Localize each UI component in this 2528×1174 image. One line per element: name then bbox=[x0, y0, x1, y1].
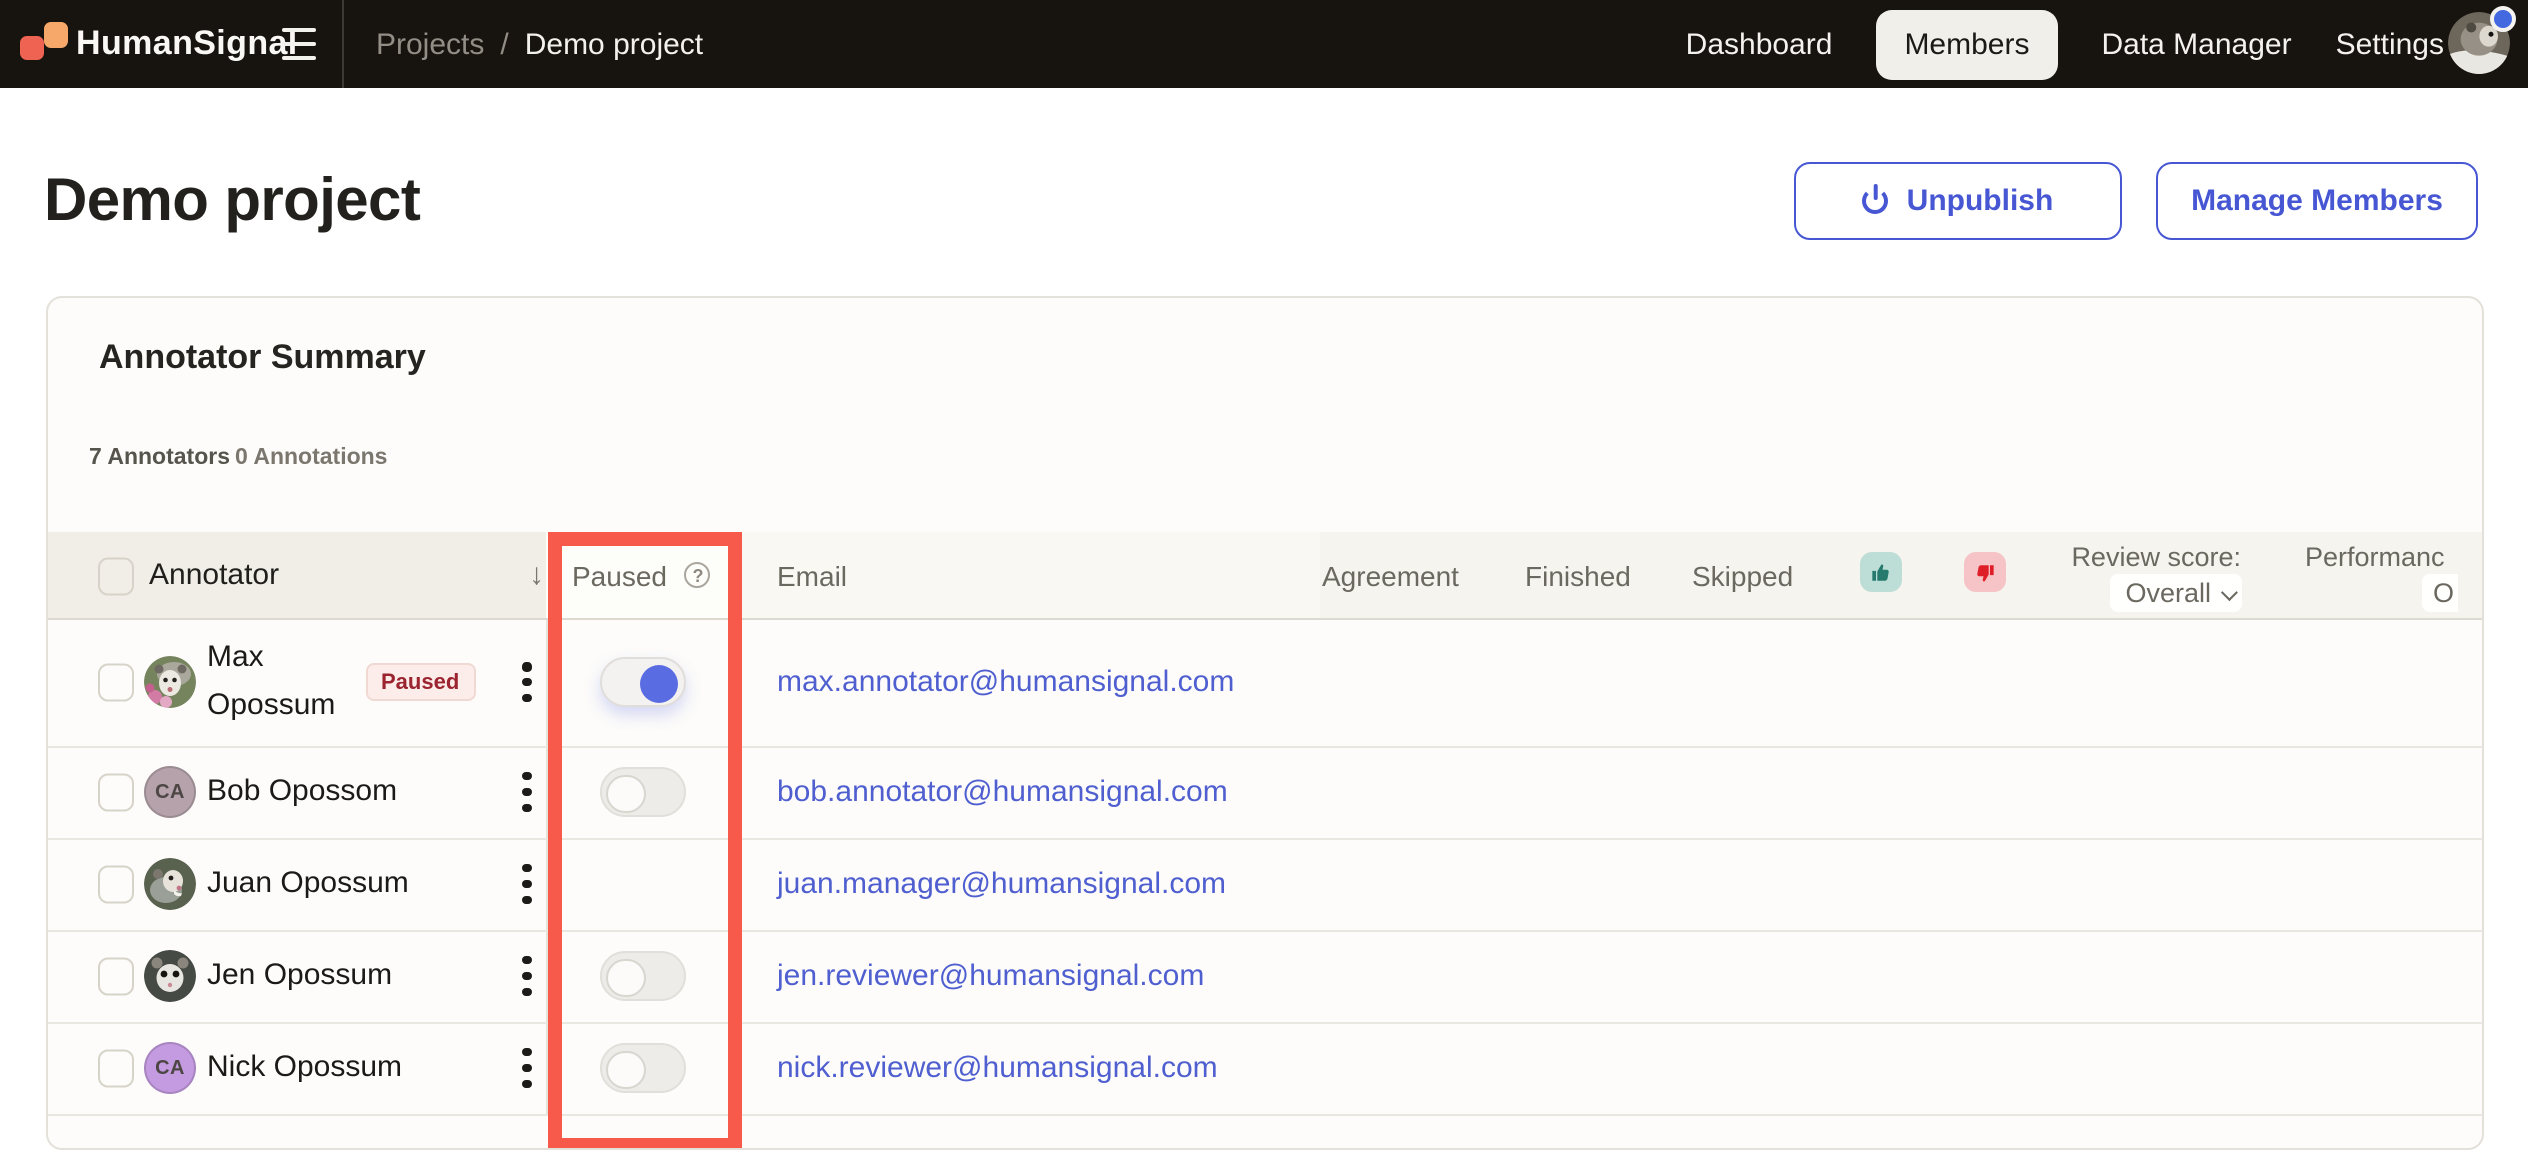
paused-badge: Paused bbox=[365, 663, 476, 702]
kebab-menu-icon[interactable] bbox=[509, 768, 545, 816]
card-title: Annotator Summary bbox=[99, 338, 426, 376]
avatar-photo-jen bbox=[144, 950, 196, 1002]
member-email[interactable]: jen.reviewer@humansignal.com bbox=[777, 959, 1204, 993]
menu-icon[interactable] bbox=[282, 28, 316, 60]
breadcrumb: Projects / Demo project bbox=[376, 0, 703, 88]
avatar: CA bbox=[144, 766, 196, 818]
sort-desc-icon[interactable]: ↓ bbox=[529, 532, 544, 618]
power-icon bbox=[1862, 188, 1889, 214]
manage-members-label: Manage Members bbox=[2191, 184, 2443, 218]
paused-column-highlight bbox=[547, 531, 741, 1148]
annotator-count: 7 Annotators bbox=[89, 446, 230, 470]
table-header: Annotator ↓ Paused Email Agreement Finis… bbox=[47, 532, 2481, 620]
performance-select[interactable]: O bbox=[2421, 574, 2458, 612]
avatar bbox=[144, 950, 196, 1002]
topbar: HumanSignal Projects / Demo project Dash… bbox=[0, 0, 2528, 88]
kebab-menu-icon[interactable] bbox=[509, 1044, 545, 1092]
breadcrumb-separator: / bbox=[500, 27, 509, 61]
review-score-label: Review score: bbox=[2071, 542, 2241, 572]
performance-label: Performanc bbox=[2305, 542, 2445, 572]
breadcrumb-projects[interactable]: Projects bbox=[376, 27, 484, 61]
kebab-menu-icon[interactable] bbox=[509, 860, 545, 908]
nav-data-manager[interactable]: Data Manager bbox=[2101, 27, 2291, 61]
nav-settings[interactable]: Settings bbox=[2336, 27, 2444, 61]
select-all-checkbox[interactable] bbox=[97, 557, 134, 595]
row-checkbox[interactable] bbox=[97, 664, 134, 701]
member-email[interactable]: juan.manager@humansignal.com bbox=[777, 867, 1226, 901]
column-header-annotator[interactable]: Annotator bbox=[149, 532, 279, 618]
annotator-summary-card: Annotator Summary 7 Annotators 0 Annotat… bbox=[45, 296, 2483, 1150]
table-row: CA Bob Opossom bob.annotator@humansignal… bbox=[47, 747, 2481, 839]
member-name: Jen Opossum bbox=[207, 958, 393, 992]
member-email[interactable]: nick.reviewer@humansignal.com bbox=[777, 1051, 1218, 1085]
brand-name: HumanSignal bbox=[76, 24, 298, 62]
brand[interactable]: HumanSignal bbox=[20, 18, 298, 70]
table-row: CA Nick Opossum nick.reviewer@humansigna… bbox=[47, 1023, 2481, 1115]
thumbs-up-icon[interactable] bbox=[1859, 552, 1901, 592]
avatar bbox=[144, 858, 196, 910]
column-header-skipped[interactable]: Skipped bbox=[1692, 532, 1793, 618]
member-name: Nick Opossum bbox=[207, 1050, 403, 1084]
avatar-photo-juan bbox=[144, 858, 196, 910]
row-checkbox[interactable] bbox=[97, 773, 134, 811]
unpublish-label: Unpublish bbox=[1906, 184, 2054, 218]
row-checkbox[interactable] bbox=[97, 865, 134, 903]
member-email[interactable]: bob.annotator@humansignal.com bbox=[777, 775, 1228, 809]
column-header-agreement[interactable]: Agreement bbox=[1322, 532, 1459, 618]
table-row: Juan Opossum juan.manager@humansignal.co… bbox=[47, 839, 2481, 931]
avatar-photo-max bbox=[144, 656, 196, 709]
member-email[interactable]: max.annotator@humansignal.com bbox=[777, 666, 1234, 700]
table-row: Max Opossum Paused max.annotator@humansig… bbox=[47, 620, 2481, 747]
annotation-count: 0 Annotations bbox=[235, 446, 388, 470]
breadcrumb-current: Demo project bbox=[524, 27, 704, 61]
unpublish-button[interactable]: Unpublish bbox=[1794, 162, 2122, 240]
topbar-divider bbox=[342, 0, 344, 88]
avatar: CA bbox=[144, 1042, 196, 1094]
column-header-review-score: Review score: Overall bbox=[2069, 540, 2241, 612]
app-root: HumanSignal Projects / Demo project Dash… bbox=[0, 0, 2528, 1174]
nav-members[interactable]: Members bbox=[1876, 9, 2058, 79]
humansignal-logo-icon bbox=[20, 18, 68, 70]
row-checkbox[interactable] bbox=[97, 1049, 134, 1087]
member-name: Bob Opossom bbox=[207, 774, 398, 808]
manage-members-button[interactable]: Manage Members bbox=[2156, 162, 2478, 240]
nav-dashboard[interactable]: Dashboard bbox=[1686, 27, 1833, 61]
kebab-menu-icon[interactable] bbox=[509, 952, 545, 1000]
column-header-finished[interactable]: Finished bbox=[1525, 532, 1631, 618]
member-name: Max Opossum bbox=[207, 640, 336, 723]
column-header-performance: Performanc O bbox=[2305, 540, 2458, 612]
chevron-down-icon bbox=[2219, 583, 2237, 601]
thumbs-down-icon[interactable] bbox=[1964, 552, 2006, 592]
kebab-menu-icon[interactable] bbox=[509, 659, 545, 707]
column-header-email[interactable]: Email bbox=[777, 532, 847, 618]
row-checkbox[interactable] bbox=[97, 957, 134, 995]
status-dot-icon bbox=[2490, 6, 2516, 32]
page-title: Demo project bbox=[44, 168, 421, 234]
topbar-nav: Dashboard Members Data Manager Settings bbox=[1686, 0, 2444, 88]
member-name: Juan Opossum bbox=[207, 866, 409, 900]
table-body: Max Opossum Paused max.annotator@humansig… bbox=[47, 620, 2481, 1115]
review-score-select[interactable]: Overall bbox=[2109, 574, 2241, 612]
table-row: Jen Opossum jen.reviewer@humansignal.com bbox=[47, 931, 2481, 1023]
avatar bbox=[144, 656, 196, 709]
